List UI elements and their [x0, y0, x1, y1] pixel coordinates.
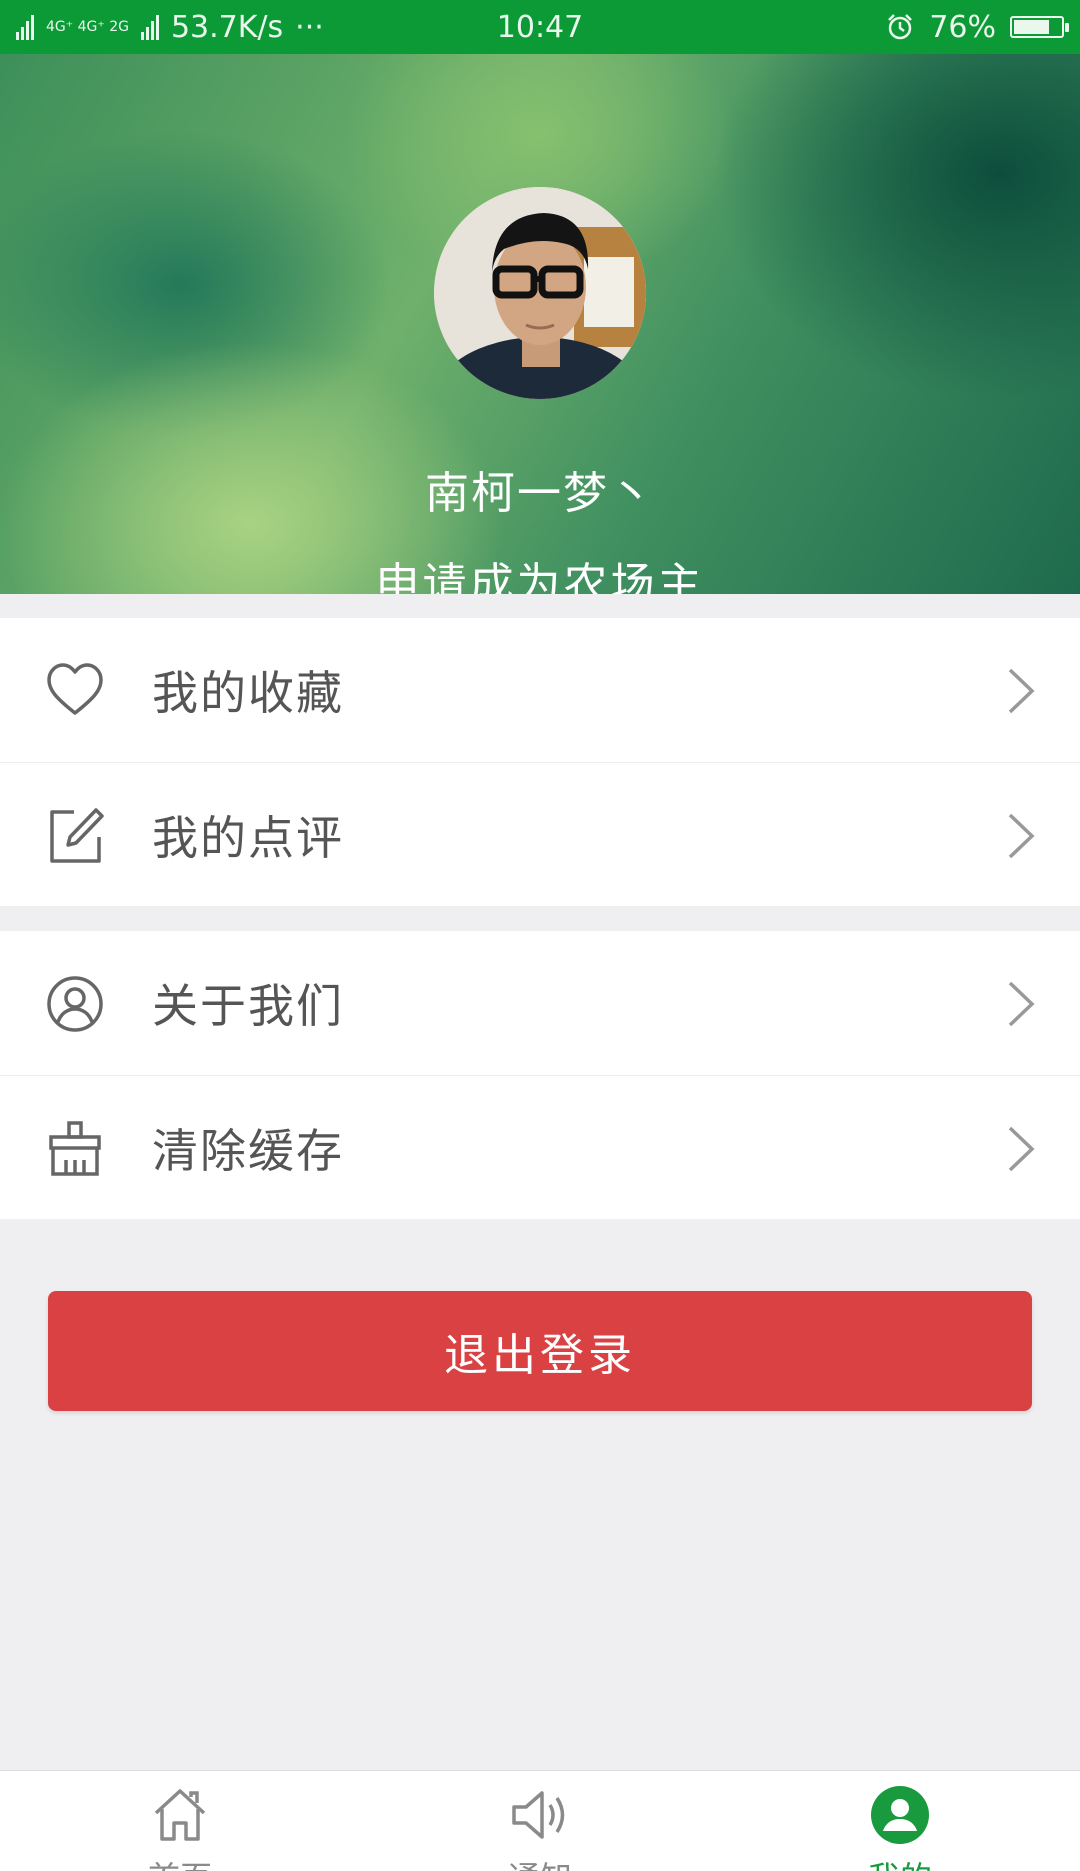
edit-icon — [50, 808, 104, 863]
profile-header: 南柯一梦丶 申请成为农场主 — [0, 54, 1080, 594]
menu-item-about[interactable]: 关于我们 — [0, 931, 1080, 1075]
tab-label-notifications: 通知 — [440, 1853, 640, 1871]
speaker-icon — [512, 1791, 565, 1839]
menu-group-personal: 我的收藏 我的点评 — [0, 618, 1080, 906]
tab-mine[interactable]: 我的 — [800, 1771, 1000, 1871]
network-type-label: 4G⁺ 4G⁺ 2G — [46, 18, 129, 35]
heart-icon — [47, 663, 103, 715]
menu-label-reviews: 我的点评 — [152, 810, 344, 865]
username: 南柯一梦丶 — [425, 468, 655, 519]
signal-icon — [16, 14, 34, 40]
alarm-clock-icon — [888, 14, 913, 40]
more-indicator: ··· — [295, 9, 324, 45]
menu-item-favorites[interactable]: 我的收藏 — [0, 618, 1080, 762]
menu-group-app: 关于我们 清除缓存 — [0, 931, 1080, 1219]
chevron-right-icon — [1008, 981, 1035, 1027]
tab-label-mine: 我的 — [800, 1853, 1000, 1871]
broom-icon — [49, 1121, 101, 1176]
menu-item-reviews[interactable]: 我的点评 — [0, 762, 1080, 906]
menu-label-clear-cache: 清除缓存 — [152, 1123, 344, 1178]
menu-label-favorites: 我的收藏 — [152, 666, 344, 720]
apply-farm-owner-link[interactable]: 申请成为农场主 — [0, 548, 1080, 594]
status-bar-right: 76% — [885, 9, 1069, 45]
user-circle-icon — [47, 976, 103, 1032]
profile-icon — [871, 1786, 929, 1844]
avatar-image — [434, 187, 646, 399]
chevron-right-icon — [1008, 1126, 1035, 1172]
network-speed: 53.7K/s — [170, 9, 284, 45]
avatar[interactable] — [434, 187, 646, 399]
battery-icon — [1010, 16, 1069, 38]
tab-label-home: 首页 — [80, 1853, 280, 1871]
logout-button[interactable]: 退出登录 — [48, 1291, 1032, 1411]
menu-item-clear-cache[interactable]: 清除缓存 — [0, 1075, 1080, 1219]
status-bar: 4G⁺ 4G⁺ 2G 53.7K/s ··· 10:47 76% — [0, 0, 1080, 54]
tab-home[interactable]: 首页 — [80, 1771, 280, 1871]
chevron-right-icon — [1008, 668, 1035, 714]
tab-notifications[interactable]: 通知 — [440, 1771, 640, 1871]
bottom-tab-bar: 首页 通知 我的 — [0, 1770, 1080, 1871]
home-icon — [154, 1789, 206, 1841]
battery-percent: 76% — [929, 9, 996, 45]
chevron-right-icon — [1008, 813, 1035, 859]
menu-label-about: 关于我们 — [152, 979, 344, 1033]
status-bar-left: 4G⁺ 4G⁺ 2G 53.7K/s ··· — [16, 10, 324, 45]
signal-icon-2 — [140, 14, 159, 40]
